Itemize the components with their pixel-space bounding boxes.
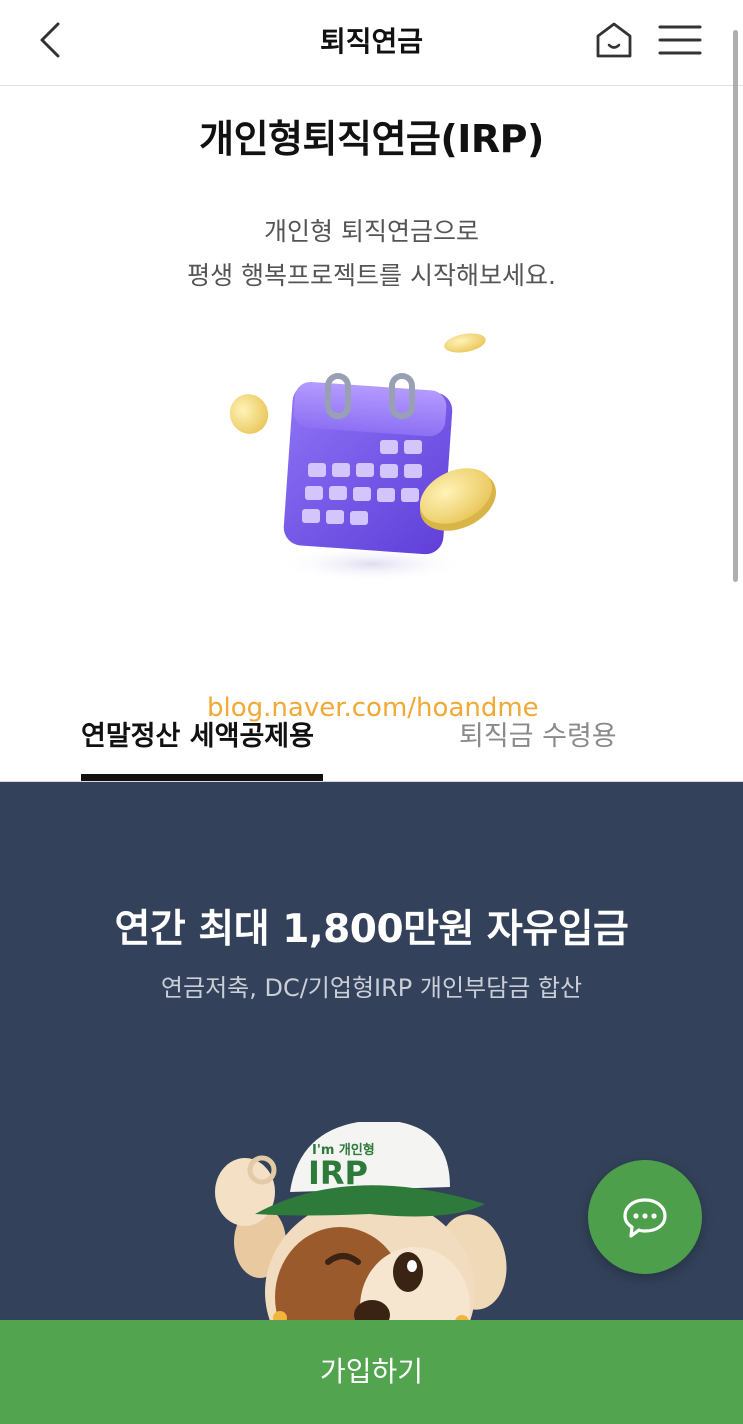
- join-button[interactable]: 가입하기: [0, 1320, 743, 1424]
- chat-button[interactable]: [588, 1160, 702, 1274]
- hero-description-line2: 평생 행복프로젝트를 시작해보세요.: [187, 261, 556, 290]
- top-header: 퇴직연금: [0, 0, 743, 86]
- watermark: blog.naver.com/hoandme: [207, 693, 539, 723]
- hero-description-line1: 개인형 퇴직연금으로: [264, 217, 479, 246]
- irp-mascot-illustration: I'm 개인형 IRP: [215, 1122, 507, 1342]
- hero-title: 개인형퇴직연금(IRP): [199, 117, 544, 161]
- promo-title: 연간 최대 1,800만원 자유입금: [114, 907, 629, 952]
- mascot-cap-big-text: IRP: [308, 1154, 368, 1192]
- hamburger-menu-icon[interactable]: [656, 20, 704, 60]
- active-tab-indicator: [81, 774, 323, 781]
- calendar-coins-illustration: [229, 333, 497, 582]
- hero-description: 개인형 퇴직연금으로 평생 행복프로젝트를 시작해보세요.: [0, 210, 743, 298]
- home-icon[interactable]: [592, 18, 636, 62]
- chat-bubble-icon: [623, 1198, 667, 1238]
- promo-subtitle: 연금저축, DC/기업형IRP 개인부담금 합산: [160, 974, 583, 1002]
